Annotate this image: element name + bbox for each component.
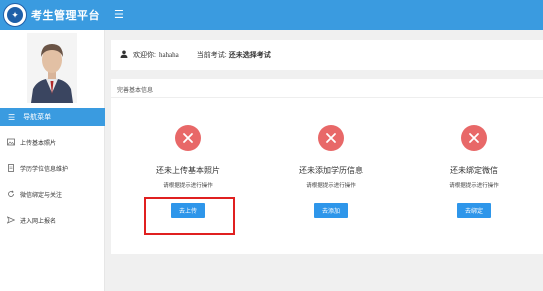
status-text: 还未上传基本照片 — [156, 166, 220, 175]
wechat-status-card: 还未绑定微信 请根据提示进行操作 去绑定 — [419, 125, 529, 218]
sidebar-item-label: 学历学位信息维护 — [20, 166, 69, 173]
sidebar: ✦ 考生管理平台 ☰ 导航菜单 上传基本照片 学历学位信息维护 微信绑定与关注 … — [0, 0, 105, 291]
error-x-icon — [175, 125, 201, 151]
nav-menu-header: ☰ 导航菜单 — [0, 108, 105, 126]
hint-text: 请根据提示进行操作 — [306, 183, 356, 189]
welcome-bar: 欢迎你: hahaha 当前考试: 还未选择考试 — [111, 40, 543, 70]
hint-text: 请根据提示进行操作 — [163, 183, 213, 189]
sidebar-item-wechat-binding[interactable]: 微信绑定与关注 — [0, 182, 105, 206]
current-exam-label: 当前考试: — [196, 52, 227, 59]
education-status-card: 还未添加学历信息 请根据提示进行操作 去添加 — [276, 125, 386, 218]
divider — [111, 97, 543, 98]
sidebar-item-label: 上传基本照片 — [20, 140, 57, 147]
status-text: 还未添加学历信息 — [299, 166, 363, 175]
sidebar-item-label: 进入网上报名 — [20, 218, 57, 225]
image-icon — [7, 138, 15, 146]
status-text: 还未绑定微信 — [450, 166, 498, 175]
send-icon — [7, 216, 15, 224]
document-icon — [7, 164, 15, 172]
refresh-icon — [7, 190, 15, 198]
error-x-icon — [318, 125, 344, 151]
brand-header: ✦ 考生管理平台 — [0, 0, 105, 30]
menu-icon: ☰ — [8, 112, 16, 122]
university-seal-icon: ✦ — [3, 3, 27, 27]
add-button[interactable]: 去添加 — [313, 203, 348, 218]
sidebar-item-online-registration[interactable]: 进入网上报名 — [0, 208, 105, 232]
app-title: 考生管理平台 — [31, 10, 100, 22]
hint-text: 请根据提示进行操作 — [449, 183, 499, 189]
greeting-label: 欢迎你: — [133, 52, 156, 59]
hamburger-menu-icon[interactable]: ☰ — [114, 8, 124, 22]
panel-title: 完善基本信息 — [117, 88, 154, 94]
user-icon — [120, 50, 128, 60]
sidebar-item-upload-photo[interactable]: 上传基本照片 — [0, 130, 105, 154]
avatar — [27, 33, 77, 103]
top-bar: ☰ — [105, 0, 543, 30]
bind-button[interactable]: 去绑定 — [456, 203, 491, 218]
current-exam-value: 还未选择考试 — [228, 52, 271, 59]
error-x-icon — [461, 125, 487, 151]
username: hahaha — [158, 51, 179, 59]
nav-menu-title: 导航菜单 — [23, 114, 52, 121]
sidebar-item-education-info[interactable]: 学历学位信息维护 — [0, 156, 105, 180]
highlight-annotation — [144, 197, 235, 235]
sidebar-item-label: 微信绑定与关注 — [20, 192, 63, 199]
